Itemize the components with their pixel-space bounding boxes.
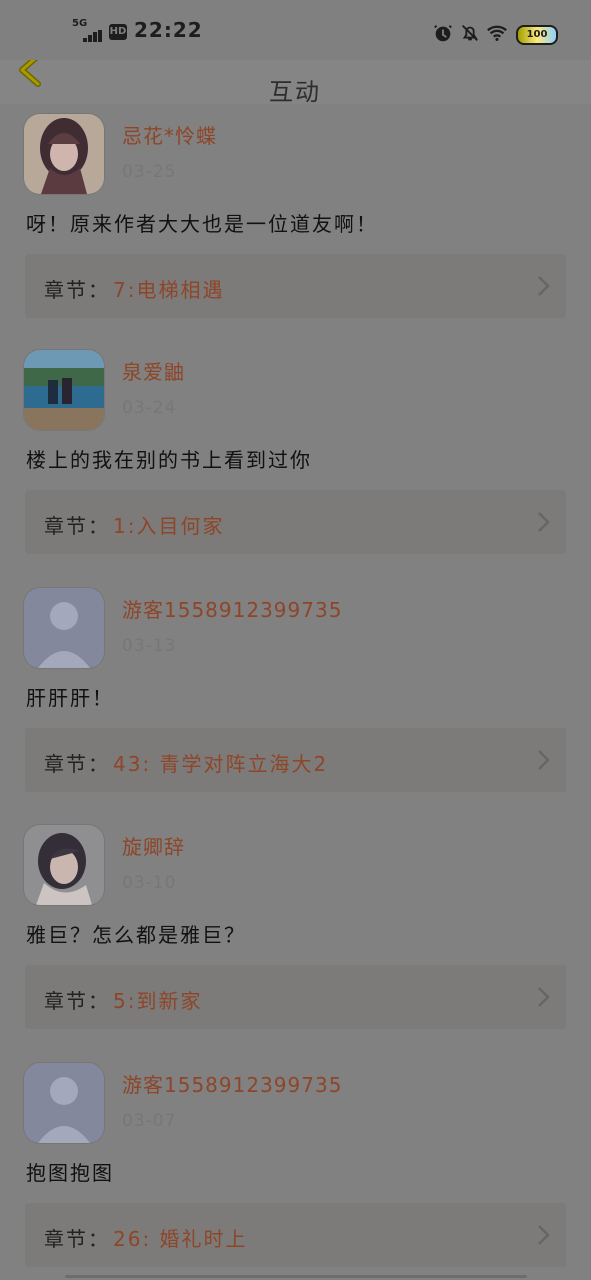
page-title: 互动 (269, 78, 321, 106)
wifi-icon (487, 25, 507, 41)
chapter-title: 26: 婚礼时上 (113, 1227, 248, 1251)
cellular-signal-icon: 5G (72, 18, 106, 42)
username[interactable]: 忌花*怜蝶 (122, 120, 217, 149)
username[interactable]: 旋卿辞 (122, 831, 185, 860)
comment-text: 雅巨？怎么都是雅巨？ (26, 923, 246, 947)
chapter-title: 5:到新家 (113, 989, 203, 1013)
status-time: 22:22 (134, 18, 203, 42)
comment-date: 03-07 (122, 1111, 177, 1131)
list-item: 旋卿辞 03-10 雅巨？怎么都是雅巨？ 章节： 5:到新家 (0, 815, 591, 1035)
chapter-link[interactable]: 章节： 5:到新家 (25, 965, 566, 1029)
header-bar: 互动 (0, 53, 591, 106)
chevron-right-icon (538, 750, 550, 770)
comment-date: 03-13 (122, 636, 177, 656)
comment-date: 03-25 (122, 162, 177, 182)
profile-avatar-icon[interactable] (24, 825, 104, 905)
chapter-title: 43: 青学对阵立海大2 (113, 752, 329, 776)
chapter-label: 章节： (44, 278, 110, 302)
comment-text: 呀！原来作者大大也是一位道友啊！ (26, 212, 378, 236)
username[interactable]: 游客1558912399735 (122, 594, 342, 623)
profile-avatar-icon[interactable] (24, 350, 104, 430)
chapter-link[interactable]: 章节： 1:入目何家 (25, 490, 566, 554)
username[interactable]: 游客1558912399735 (122, 1069, 342, 1098)
default-avatar-icon[interactable] (24, 1063, 104, 1143)
comment-text: 肝肝肝！ (26, 686, 114, 710)
mute-bell-icon (462, 25, 478, 41)
chapter-link[interactable]: 章节： 7:电梯相遇 (25, 254, 566, 318)
default-avatar-icon[interactable] (24, 588, 104, 668)
network-type: 5G (72, 18, 88, 29)
chapter-label: 章节： (44, 514, 110, 538)
comment-date: 03-10 (122, 873, 177, 893)
back-chevron-icon (19, 53, 41, 87)
comment-date: 03-24 (122, 398, 177, 418)
username[interactable]: 泉爱鼬 (122, 356, 185, 385)
chevron-right-icon (538, 276, 550, 296)
chapter-label: 章节： (44, 752, 110, 776)
list-item: 忌花*怜蝶 03-25 呀！原来作者大大也是一位道友啊！ 章节： 7:电梯相遇 (0, 104, 591, 324)
hd-badge: HD (109, 24, 127, 40)
list-item: 游客1558912399735 03-13 肝肝肝！ 章节： 43: 青学对阵立… (0, 578, 591, 798)
back-button[interactable] (10, 53, 54, 100)
chevron-right-icon (538, 987, 550, 1007)
comment-text: 楼上的我在别的书上看到过你 (26, 448, 312, 472)
battery-icon: 100 (516, 25, 558, 45)
profile-avatar-icon[interactable] (24, 114, 104, 194)
alarm-icon (434, 25, 452, 42)
chapter-title: 1:入目何家 (113, 514, 225, 538)
chapter-title: 7:电梯相遇 (113, 278, 225, 302)
home-indicator (65, 1275, 527, 1278)
status-bar: 5G HD 22:22 100 (0, 0, 591, 60)
chevron-right-icon (538, 512, 550, 532)
interaction-list: 忌花*怜蝶 03-25 呀！原来作者大大也是一位道友啊！ 章节： 7:电梯相遇 … (0, 104, 591, 1280)
list-item: 泉爱鼬 03-24 楼上的我在别的书上看到过你 章节： 1:入目何家 (0, 340, 591, 560)
chapter-label: 章节： (44, 989, 110, 1013)
chapter-link[interactable]: 章节： 43: 青学对阵立海大2 (25, 728, 566, 792)
chapter-link[interactable]: 章节： 26: 婚礼时上 (25, 1203, 566, 1267)
chevron-right-icon (538, 1225, 550, 1245)
chapter-label: 章节： (44, 1227, 110, 1251)
comment-text: 抱图抱图 (26, 1161, 114, 1185)
list-item: 游客1558912399735 03-07 抱图抱图 章节： 26: 婚礼时上 (0, 1053, 591, 1273)
